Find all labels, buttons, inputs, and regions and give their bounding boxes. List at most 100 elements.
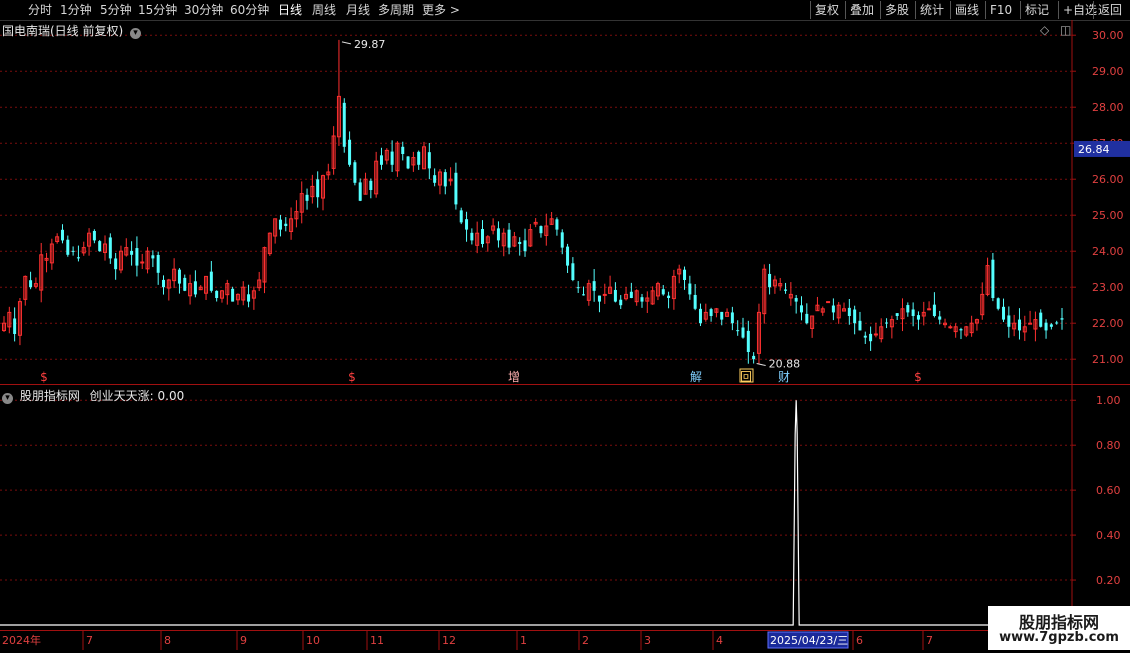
candle-body-down	[863, 335, 867, 338]
candle-body-down	[459, 210, 463, 223]
candle-body-down	[177, 269, 181, 284]
candle-body-down	[108, 237, 112, 259]
chevron-down-icon[interactable]: ▾	[2, 393, 13, 404]
candle-body-down	[847, 307, 851, 316]
indicator-line	[0, 400, 1072, 626]
candle-body-down	[507, 229, 511, 248]
stock-title: 国电南瑞(日线 前复权)	[2, 24, 124, 38]
indicator-svg[interactable]: 0.20 0.40 0.60 0.80 1.00	[0, 385, 1130, 630]
toolbar-button[interactable]: 统计	[915, 1, 948, 19]
period-tab[interactable]: 60分钟	[230, 2, 269, 18]
candle-body-down	[1017, 319, 1021, 331]
candle-body-up	[1028, 322, 1033, 325]
period-tab[interactable]: 15分钟	[138, 2, 177, 18]
candle-body-up	[927, 308, 932, 311]
indicator-scale-label: 0.80	[1096, 439, 1121, 452]
candle-body-down	[597, 295, 601, 302]
candle-body-down	[916, 315, 920, 320]
candle-body-down	[831, 305, 835, 313]
indicator-chart[interactable]: 0.20 0.40 0.60 0.80 1.00 ▾ 股朋指标网 创业天天涨: 0.00	[0, 385, 1130, 630]
time-label: 12	[442, 634, 456, 647]
candle-body-down	[470, 232, 474, 241]
candle-body-down	[379, 155, 383, 165]
candle-body-down	[433, 175, 437, 183]
candle-body-down	[996, 298, 1000, 309]
period-tab[interactable]: 分时	[28, 2, 52, 18]
event-marker: 解	[690, 370, 702, 384]
time-label: 11	[370, 634, 384, 647]
candle-body-down	[496, 228, 500, 241]
kline-svg[interactable]: 21.0022.0023.0024.0025.0026.0027.0028.00…	[0, 20, 1130, 385]
candle-body-down	[932, 304, 936, 316]
toolbar-button[interactable]: 复权	[810, 1, 843, 19]
chevron-down-icon[interactable]: ▾	[130, 28, 142, 39]
period-tab[interactable]: 多周期	[378, 2, 414, 18]
period-tab[interactable]: 5分钟	[100, 2, 132, 18]
indicator-scale-label: 0.20	[1096, 574, 1121, 587]
main-kline-chart[interactable]: 21.0022.0023.0024.0025.0026.0027.0028.00…	[0, 20, 1130, 385]
panel-toggle-icon[interactable]: ◫	[1060, 23, 1071, 37]
candle-body-down	[13, 318, 17, 334]
candle-body-down	[885, 322, 889, 324]
candle-body-down	[938, 316, 942, 320]
period-tab[interactable]: 更多 >	[422, 2, 460, 18]
candle-body-down	[316, 179, 320, 198]
time-label: 3	[644, 634, 651, 647]
candle-body-down	[209, 271, 213, 291]
candle-body-down	[683, 269, 687, 280]
time-label: 9	[240, 634, 247, 647]
period-tab[interactable]: 30分钟	[184, 2, 223, 18]
price-label: 29.00	[1092, 65, 1124, 78]
time-label: 2024年	[2, 633, 41, 647]
period-tab[interactable]: 1分钟	[60, 2, 92, 18]
candle-body-down	[709, 309, 713, 316]
candle-body-down	[523, 240, 527, 252]
period-toolbar: 分时 1分钟 5分钟 15分钟 30分钟 60分钟 日线 周线 月线 多周期 更多 > 复权 叠加 多股统…	[0, 0, 1130, 21]
candle-body-down	[66, 239, 70, 255]
candle-body-down	[215, 290, 219, 298]
period-tab[interactable]: 月线	[346, 2, 370, 18]
candle-body-down	[667, 295, 671, 298]
toolbar-button[interactable]: F10	[985, 1, 1016, 19]
candle-body-down	[60, 229, 64, 241]
candle-body-down	[991, 259, 995, 298]
toolbar-button[interactable]: 多股	[880, 1, 913, 19]
candle-body-down	[342, 102, 346, 147]
candle-body-down	[741, 327, 745, 338]
time-label: 6	[856, 634, 863, 647]
event-marker: $	[914, 370, 922, 384]
diamond-icon[interactable]: ◇	[1040, 23, 1049, 37]
candle-body-down	[805, 313, 809, 324]
period-tab[interactable]: 日线	[278, 2, 302, 18]
candle-body-down	[284, 223, 288, 226]
period-tab[interactable]: 周线	[312, 2, 336, 18]
time-label: 10	[306, 634, 320, 647]
time-label: 2	[582, 634, 589, 647]
price-label: 24.00	[1092, 245, 1124, 258]
candle-body-down	[183, 277, 187, 291]
candle-body-down	[1055, 322, 1059, 324]
candle-body-down	[135, 248, 139, 266]
candle-body-down	[911, 309, 915, 316]
indicator-scale-label: 0.40	[1096, 529, 1121, 542]
candle-body-down	[454, 172, 458, 205]
event-marker: 财	[778, 370, 790, 384]
candle-body-down	[98, 241, 102, 252]
toolbar-button[interactable]: 画线	[950, 1, 983, 19]
time-label: 8	[164, 634, 171, 647]
candle-body-down	[799, 305, 803, 313]
toolbar-button[interactable]: 返回	[1093, 1, 1126, 19]
logo-url: www.7gpzb.com	[999, 630, 1119, 645]
indicator-scale-label: 0.60	[1096, 484, 1121, 497]
candle-body-down	[571, 263, 575, 280]
price-label: 26.00	[1092, 173, 1124, 186]
toolbar-button[interactable]: 叠加	[845, 1, 878, 19]
candle-body-down	[853, 309, 857, 324]
event-marker: 回	[740, 370, 752, 384]
indicator-scale-label: 1.00	[1096, 394, 1121, 407]
price-label: 23.00	[1092, 281, 1124, 294]
candle-body-down	[1049, 324, 1053, 327]
price-label: 22.00	[1092, 317, 1124, 330]
candle-body-down	[555, 219, 559, 230]
toolbar-button[interactable]: 标记	[1020, 1, 1053, 19]
